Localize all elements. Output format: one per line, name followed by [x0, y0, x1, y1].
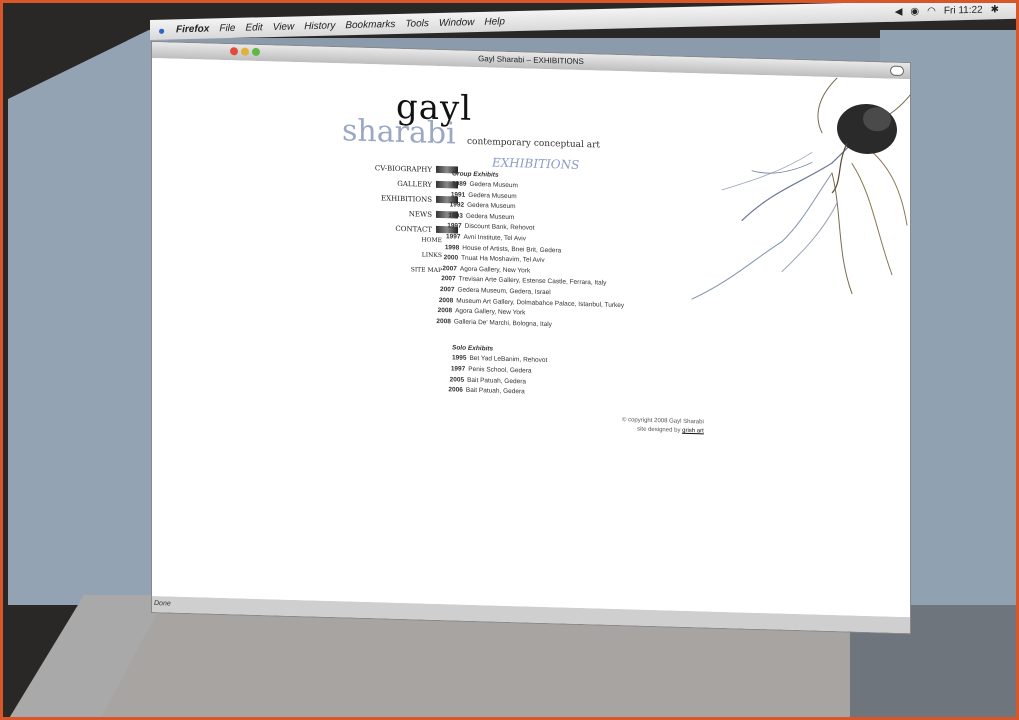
exhibit-venue: Gedera Museum [467, 201, 516, 211]
exhibit-year: 1989 [452, 180, 467, 188]
menu-firefox[interactable]: Firefox [176, 23, 209, 35]
arrow-icon[interactable]: ◀ [895, 6, 903, 17]
exhibit-venue: Gedera Museum [465, 212, 515, 221]
exhibit-year: 1998 [444, 243, 460, 252]
exhibit-year: 2008 [438, 296, 454, 304]
exhibit-venue: Gedera Museum, Gedera, Israel [457, 286, 551, 297]
exhibit-venue: Gedera Museum [468, 191, 517, 200]
exhibit-year: 1997 [446, 233, 461, 241]
logo-last-name[interactable]: sharabi [342, 113, 456, 151]
exhibit-year: 1997 [450, 365, 466, 373]
exhibit-year: 2006 [448, 386, 463, 394]
menu-history[interactable]: History [304, 20, 335, 32]
nav-label: GALLERY [397, 179, 432, 189]
menu-file[interactable]: File [219, 22, 235, 33]
exhibit-venue: House of Artists, Bnei Brit, Gedera [462, 244, 562, 254]
exhibitions-list: Group Exhibits 1989 Gedera Museum 1991 Gede… [436, 170, 624, 401]
exhibit-venue: Agora Gallery, New York [455, 307, 526, 317]
menu-help[interactable]: Help [484, 16, 505, 28]
page-content: gayl sharabi contemporary conceptual art… [152, 58, 911, 618]
exhibit-venue: Galleria De' Marchi, Bologna, Italy [453, 318, 552, 328]
exhibit-venue: Gedera Museum [469, 180, 518, 190]
nav-label: CV-BIOGRAPHY [374, 163, 432, 174]
exhibit-year: 2007 [440, 285, 455, 294]
menu-edit[interactable]: Edit [245, 22, 262, 33]
minimize-button[interactable] [241, 47, 249, 56]
exhibit-venue: Bait Patuah, Gedera [467, 376, 526, 385]
exhibit-venue: Avni Institute, Tel Aviv [463, 233, 526, 243]
menu-tools[interactable]: Tools [405, 18, 429, 30]
menubar-clock[interactable]: Fri 11:22 [944, 4, 983, 16]
page-footer: © copyright 2008 Gayl Sharabi site desig… [622, 416, 704, 436]
menu-bookmarks[interactable]: Bookmarks [345, 19, 395, 31]
exhibit-venue: Agora Gallery, New York [459, 265, 531, 275]
nav-home[interactable]: HOME [382, 235, 442, 252]
nav-label: EXHIBITIONS [381, 193, 432, 204]
zoom-button[interactable] [252, 47, 260, 57]
exhibit-year: 1992 [449, 201, 465, 209]
page-heading: EXHIBITIONS [492, 155, 580, 172]
main-nav: CV-BIOGRAPHY GALLERY EXHIBITIONS NEWS CO… [358, 160, 458, 238]
site-tagline: contemporary conceptual art [467, 136, 601, 151]
wifi-icon[interactable]: ◠ [927, 5, 936, 16]
nav-contact[interactable]: CONTACT [358, 220, 458, 238]
bluetooth-icon[interactable]: ✱ [991, 4, 999, 15]
exhibit-year: 2005 [449, 375, 465, 384]
exhibit-year: 2008 [437, 307, 453, 315]
designer-link[interactable]: grish art [682, 428, 704, 435]
designed-by-text: site designed by [637, 426, 681, 434]
exhibit-year: 1993 [448, 212, 463, 220]
exhibit-year: 1997 [447, 222, 462, 231]
exhibit-venue: Bait Patuah, Gedera [465, 386, 525, 396]
exhibit-year: 2007 [442, 264, 457, 273]
exhibit-venue: Tnuat Ha Moshavim, Tel Aviv [461, 254, 545, 265]
exhibit-year: 2008 [436, 317, 451, 326]
exhibit-year: 1991 [450, 190, 466, 199]
exhibit-venue: Discount Bank, Rehovot [464, 223, 535, 233]
exhibit-year: 2000 [443, 254, 459, 262]
exhibit-year: 1995 [452, 354, 467, 363]
browser-window: Gayl Sharabi – EXHIBITIONS gayl sharabi [152, 42, 911, 634]
screen-left-panel [8, 30, 168, 605]
menu-window[interactable]: Window [439, 17, 474, 29]
exhibit-year: 2007 [441, 275, 456, 283]
volume-icon[interactable]: ◉ [910, 6, 919, 17]
close-button[interactable] [230, 47, 238, 56]
menu-view[interactable]: View [273, 21, 295, 33]
root-artwork-image [691, 77, 911, 300]
secondary-nav: HOME LINKS SITE MAP [382, 235, 442, 282]
nav-links[interactable]: LINKS [382, 250, 442, 267]
apple-icon[interactable]: ● [158, 24, 170, 38]
nav-site-map[interactable]: SITE MAP [382, 265, 442, 282]
window-title: Gayl Sharabi – EXHIBITIONS [478, 54, 584, 67]
exhibit-venue: Bet Yad LeBanim, Rehovot [469, 355, 548, 365]
nav-label: NEWS [408, 209, 432, 219]
exhibit-venue: Penis School, Gedera [468, 365, 532, 375]
nav-label: CONTACT [395, 224, 432, 234]
